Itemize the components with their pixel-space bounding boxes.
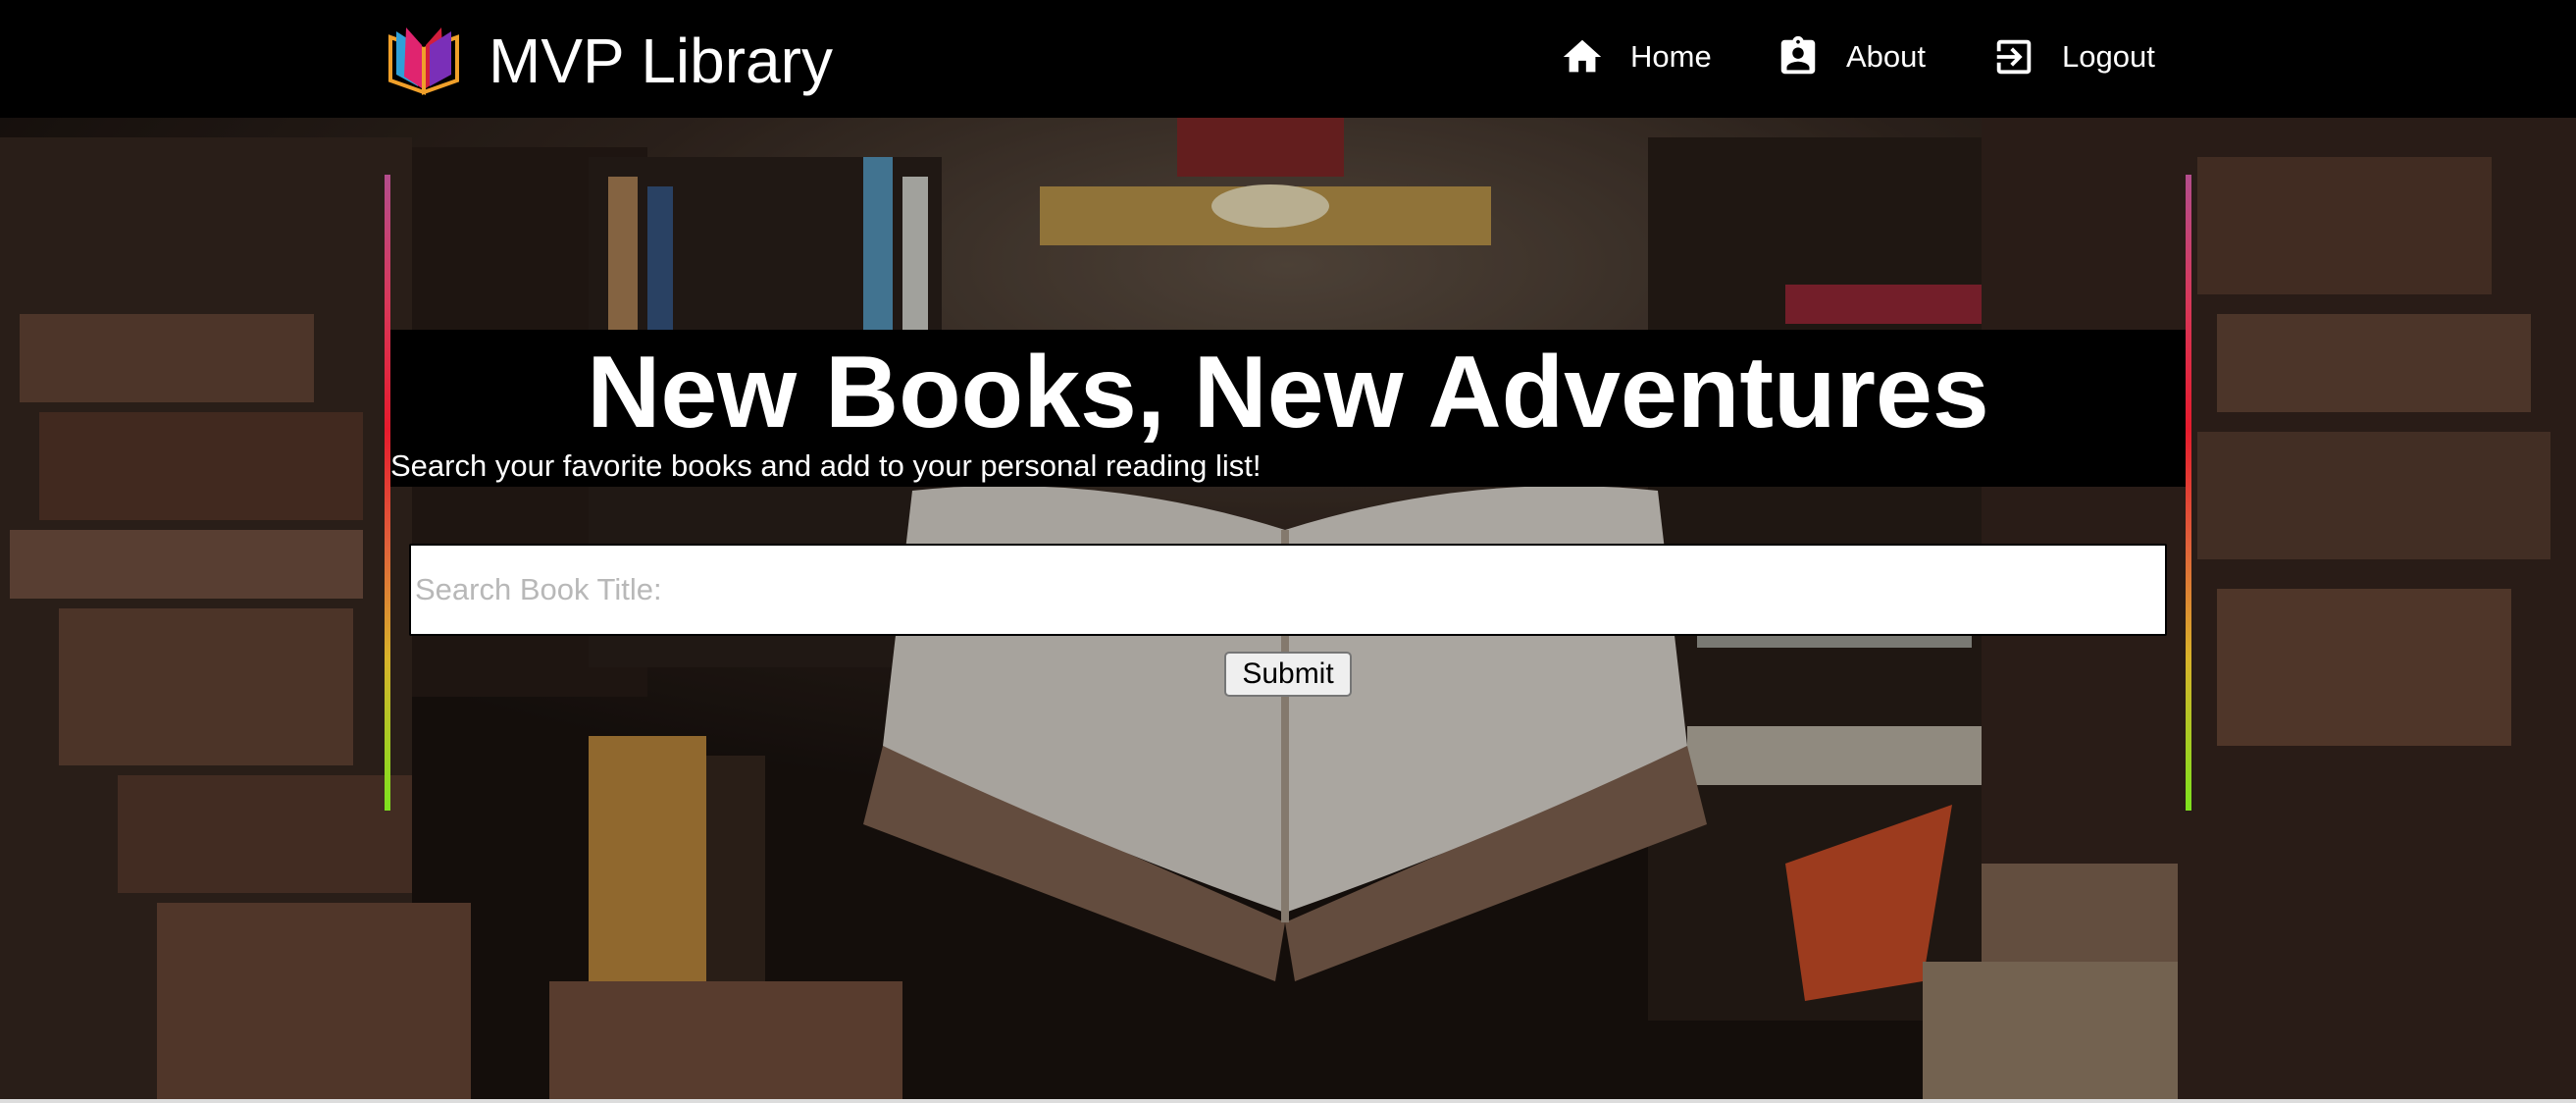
- page-bottom-edge: [0, 1099, 2576, 1103]
- home-icon: [1563, 39, 1602, 73]
- right-accent-rail: [2186, 175, 2191, 811]
- nav-about-label: About: [1846, 39, 1927, 74]
- hero-title: New Books, New Adventures: [587, 336, 1989, 449]
- app-title: MVP Library: [489, 26, 833, 96]
- contact-badge-icon: [1780, 35, 1816, 75]
- hero-subtitle: Search your favorite books and add to yo…: [390, 448, 1262, 483]
- logout-icon: [1996, 39, 2032, 75]
- nav-home-link[interactable]: Home: [1560, 29, 1712, 84]
- nav-logout-label: Logout: [2062, 39, 2155, 74]
- nav-home-label: Home: [1630, 39, 1712, 74]
- navbar: MVP Library Home About Logout: [0, 0, 2576, 118]
- nav-about-link[interactable]: About: [1776, 29, 1926, 84]
- open-book-logo-icon: [388, 27, 459, 95]
- brand[interactable]: MVP Library: [385, 24, 833, 98]
- left-accent-rail: [385, 175, 390, 811]
- nav-logout-link[interactable]: Logout: [1991, 29, 2155, 84]
- search-book-title-input[interactable]: [409, 544, 2167, 636]
- submit-button[interactable]: Submit: [1224, 652, 1352, 697]
